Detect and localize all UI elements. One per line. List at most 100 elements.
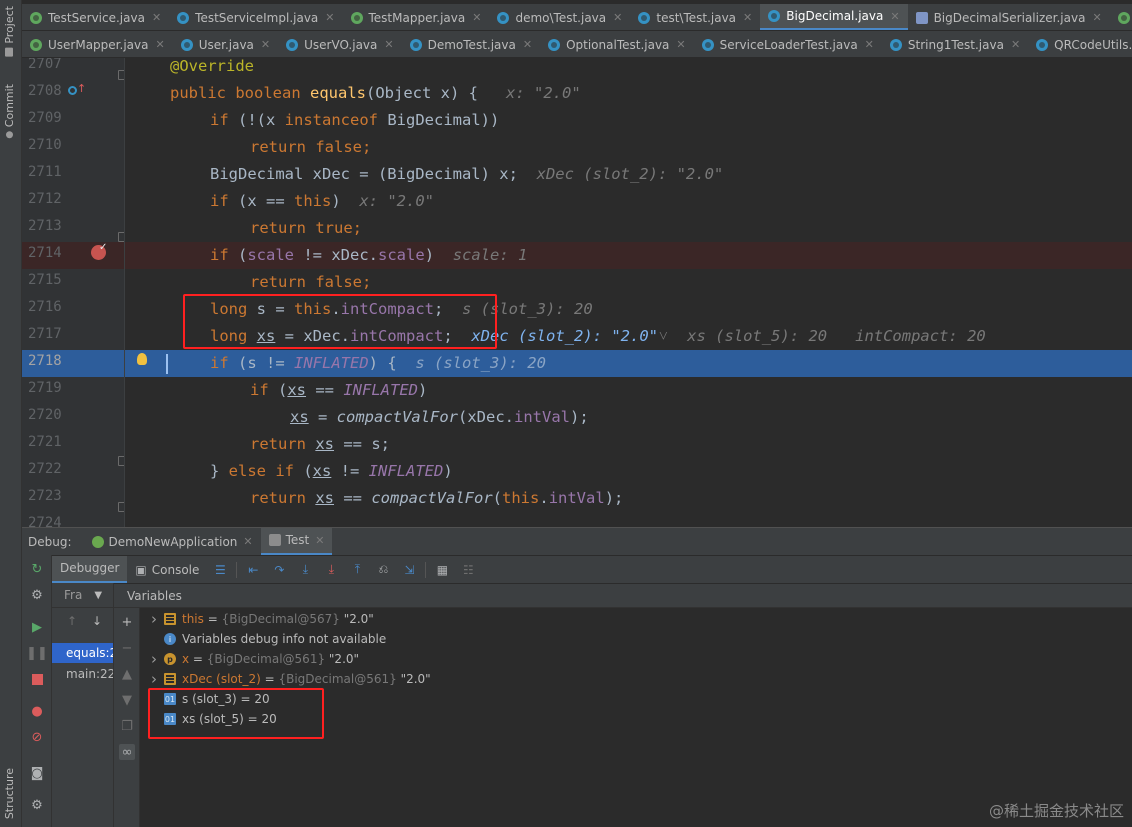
- editor-tab[interactable]: Selec✕: [1110, 4, 1132, 30]
- editor-tab[interactable]: demo\Test.java ✕: [489, 4, 630, 30]
- variable-row[interactable]: › this = {BigDecimal@567} "2.0": [144, 609, 374, 629]
- editor-tab[interactable]: TestServiceImpl.java ✕: [169, 4, 342, 30]
- step-into-icon[interactable]: ⤓: [298, 562, 312, 577]
- lightbulb-icon[interactable]: [137, 353, 147, 365]
- fold-marker-icon[interactable]: [118, 232, 124, 242]
- fold-marker-icon[interactable]: [118, 70, 124, 80]
- close-icon[interactable]: ✕: [155, 38, 164, 51]
- gutter-line[interactable]: 2718: [22, 350, 124, 377]
- chevron-down-icon[interactable]: ˅: [658, 327, 668, 345]
- editor-tab[interactable]: TestService.java ✕: [22, 4, 169, 30]
- inline-hint-xdec-expandable[interactable]: xDec (slot_2): "2.0": [471, 327, 658, 345]
- gutter-line[interactable]: 2721: [22, 431, 124, 458]
- move-up-icon[interactable]: ▲: [119, 666, 135, 682]
- close-icon[interactable]: ✕: [1092, 11, 1101, 24]
- close-icon[interactable]: ✕: [315, 534, 324, 547]
- close-icon[interactable]: ✕: [152, 11, 161, 24]
- fold-marker-icon[interactable]: [118, 502, 124, 512]
- editor-tab[interactable]: BigDecimalSerializer.java ✕: [908, 4, 1110, 30]
- frame-up-icon[interactable]: ↑: [67, 614, 77, 628]
- step-out-icon[interactable]: ⤒: [350, 562, 364, 577]
- menu-icon[interactable]: ☰: [213, 563, 227, 577]
- close-icon[interactable]: ✕: [325, 11, 334, 24]
- camera-icon[interactable]: ◙: [29, 765, 45, 781]
- variable-row[interactable]: › p x = {BigDecimal@561} "2.0": [144, 649, 359, 669]
- editor-tab[interactable]: TestMapper.java ✕: [343, 4, 490, 30]
- editor-tab[interactable]: String1Test.java ✕: [882, 31, 1028, 57]
- move-down-icon[interactable]: ▼: [119, 692, 135, 708]
- settings-wrench-icon[interactable]: ⚙: [29, 587, 45, 603]
- rerun-icon[interactable]: ↻: [29, 561, 45, 577]
- structure-tool-button[interactable]: Structure: [3, 768, 16, 819]
- gutter-line[interactable]: 2722: [22, 458, 124, 485]
- add-watch-icon[interactable]: +: [119, 614, 135, 630]
- expand-arrow-icon[interactable]: ›: [144, 610, 164, 628]
- variable-row[interactable]: › xDec (slot_2) = {BigDecimal@561} "2.0": [144, 669, 431, 689]
- pause-icon[interactable]: ❚❚: [26, 645, 48, 661]
- gutter-line[interactable]: 2710: [22, 134, 124, 161]
- project-tool-button[interactable]: Project: [3, 6, 16, 57]
- tab-console[interactable]: ▣ Console: [127, 556, 207, 584]
- gutter-line[interactable]: 2724: [22, 512, 124, 527]
- variable-row[interactable]: i Variables debug info not available: [144, 629, 386, 649]
- frames-dropdown[interactable]: Fra ▼: [52, 583, 113, 608]
- gutter-line[interactable]: 2719: [22, 377, 124, 404]
- close-icon[interactable]: ✕: [890, 10, 899, 23]
- close-icon[interactable]: ✕: [384, 38, 393, 51]
- close-icon[interactable]: ✕: [865, 38, 874, 51]
- drop-frame-icon[interactable]: ⎌: [376, 562, 390, 577]
- frame-down-icon[interactable]: ↓: [92, 614, 102, 628]
- force-step-into-icon[interactable]: ⤓: [324, 562, 338, 577]
- gutter-line[interactable]: 2715: [22, 269, 124, 296]
- close-icon[interactable]: ✕: [1011, 38, 1020, 51]
- code-editor[interactable]: @Override public boolean equals(Object x…: [125, 58, 1132, 527]
- editor-tab[interactable]: test\Test.java ✕: [630, 4, 760, 30]
- expand-arrow-icon[interactable]: ›: [144, 650, 164, 668]
- duplicate-icon[interactable]: ❐: [119, 718, 135, 734]
- stop-icon[interactable]: [29, 671, 45, 687]
- show-execution-point-icon[interactable]: ⇤: [246, 563, 260, 577]
- close-icon[interactable]: ✕: [613, 11, 622, 24]
- gear-icon[interactable]: ⚙: [29, 797, 45, 813]
- stack-frame[interactable]: main:22: [52, 664, 113, 684]
- editor-tab[interactable]: BigDecimal.java ✕: [760, 4, 908, 30]
- close-icon[interactable]: ✕: [243, 535, 252, 548]
- override-marker-icon[interactable]: ↑: [68, 82, 86, 98]
- close-icon[interactable]: ✕: [743, 11, 752, 24]
- gutter-line[interactable]: 2713: [22, 215, 124, 242]
- resume-icon[interactable]: ▶: [29, 619, 45, 635]
- editor-tab[interactable]: ServiceLoaderTest.java ✕: [694, 31, 882, 57]
- expand-arrow-icon[interactable]: ›: [144, 670, 164, 688]
- close-icon[interactable]: ✕: [472, 11, 481, 24]
- gutter-line[interactable]: 2709: [22, 107, 124, 134]
- close-icon[interactable]: ✕: [523, 38, 532, 51]
- fold-marker-icon[interactable]: [118, 456, 124, 466]
- editor-tab[interactable]: UserMapper.java ✕: [22, 31, 173, 57]
- step-over-icon[interactable]: ↷: [272, 563, 286, 577]
- editor-tab[interactable]: DemoTest.java ✕: [402, 31, 540, 57]
- close-icon[interactable]: ✕: [676, 38, 685, 51]
- stack-frame[interactable]: equals:2: [52, 643, 113, 663]
- trace-icon[interactable]: ☷: [461, 563, 475, 577]
- editor-tab[interactable]: User.java ✕: [173, 31, 278, 57]
- close-icon[interactable]: ✕: [261, 38, 270, 51]
- debug-session-tab[interactable]: DemoNewApplication ✕: [84, 528, 261, 556]
- view-breakpoints-icon[interactable]: ●: [29, 703, 45, 719]
- gutter-line[interactable]: 2707: [22, 58, 124, 80]
- editor-tab[interactable]: UserVO.java ✕: [278, 31, 401, 57]
- glasses-icon[interactable]: ∞: [119, 744, 135, 760]
- breakpoint-icon[interactable]: ✓: [91, 242, 107, 263]
- evaluate-expression-icon[interactable]: ▦: [435, 563, 449, 577]
- run-to-cursor-icon[interactable]: ⇲: [402, 563, 416, 577]
- gutter-line[interactable]: 2712: [22, 188, 124, 215]
- tab-debugger[interactable]: Debugger: [52, 555, 128, 584]
- gutter-line[interactable]: 2723: [22, 485, 124, 512]
- mute-breakpoints-icon[interactable]: ⊘: [29, 729, 45, 745]
- gutter-line[interactable]: 2714: [22, 242, 124, 269]
- debug-session-tab[interactable]: Test ✕: [260, 527, 333, 556]
- gutter-line[interactable]: 2716: [22, 296, 124, 323]
- editor-tab[interactable]: QRCodeUtils.java✕: [1028, 31, 1132, 57]
- commit-tool-button[interactable]: Commit: [3, 84, 16, 139]
- gutter-line[interactable]: 2720: [22, 404, 124, 431]
- gutter-line[interactable]: 2711: [22, 161, 124, 188]
